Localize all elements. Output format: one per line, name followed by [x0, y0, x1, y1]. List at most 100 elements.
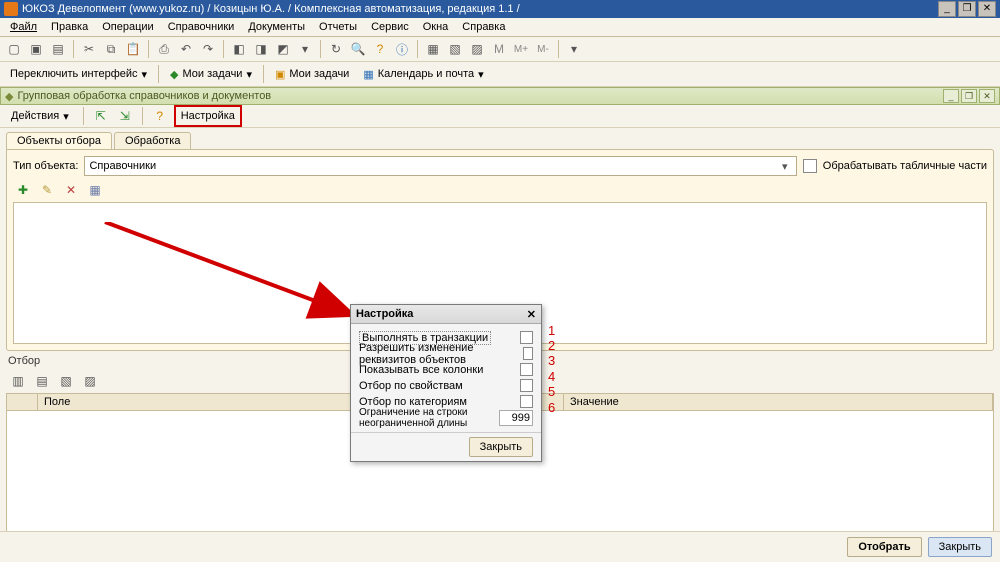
menu-file[interactable]: Файл [4, 20, 43, 34]
copy-icon[interactable]: ⧉ [101, 39, 121, 59]
filter-tool-icon[interactable]: ▧ [56, 371, 76, 391]
window-title: ЮКОЗ Девелопмент (www.yukoz.ru) / Козицы… [22, 0, 520, 18]
action-icon[interactable]: ⇱ [91, 106, 111, 126]
calendar-icon[interactable]: ▧ [445, 39, 465, 59]
process-table-parts-label: Обрабатывать табличные части [823, 160, 987, 172]
add-icon[interactable]: ✚ [13, 180, 33, 200]
help-icon[interactable]: ? [370, 39, 390, 59]
dialog-title: Настройка [356, 308, 413, 320]
opt-by-cats-checkbox[interactable] [520, 395, 533, 408]
filter-tool-icon[interactable]: ▨ [80, 371, 100, 391]
delete-icon[interactable]: ✕ [61, 180, 81, 200]
maximize-button[interactable]: ❐ [958, 1, 976, 17]
menu-catalogs[interactable]: Справочники [162, 20, 241, 34]
process-table-parts-checkbox[interactable] [803, 159, 817, 173]
switch-interface-button[interactable]: Переключить интерфейс▾ [4, 65, 153, 83]
close-button[interactable]: Закрыть [928, 537, 992, 557]
actions-dropdown[interactable]: Действия▾ [4, 106, 76, 126]
menu-reports[interactable]: Отчеты [313, 20, 363, 34]
my-tasks-dropdown[interactable]: ◆Мои задачи▾ [164, 65, 258, 83]
type-label: Тип объекта: [13, 160, 78, 172]
app-icon [4, 2, 18, 16]
menu-help[interactable]: Справка [456, 20, 511, 34]
chevron-down-icon: ▾ [778, 160, 792, 173]
tool-icon[interactable]: ◨ [251, 39, 271, 59]
tab-processing[interactable]: Обработка [114, 132, 191, 149]
mdi-restore-button[interactable]: ❐ [961, 89, 977, 103]
annotation-5: 5 [548, 384, 555, 399]
object-type-value: Справочники [89, 160, 156, 172]
info-icon[interactable]: ⓘ [392, 39, 412, 59]
m-minus-icon[interactable]: M- [533, 39, 553, 59]
toolbar-secondary: Переключить интерфейс▾ ◆Мои задачи▾ ▣Мои… [0, 62, 1000, 87]
opt-limit-label: Ограничение на строки неограниченной дли… [359, 407, 499, 429]
redo-icon[interactable]: ↷ [198, 39, 218, 59]
main-menubar: Файл Правка Операции Справочники Докумен… [0, 18, 1000, 37]
tab-objects[interactable]: Объекты отбора [6, 132, 112, 149]
settings-dialog: Настройка ✕ Выполнять в транзакции Разре… [350, 304, 542, 462]
toolbar-main: ▢ ▣ ▤ ✂ ⧉ 📋 ⎙ ↶ ↷ ◧ ◨ ◩ ▾ ↻ 🔍 ? ⓘ ▦ ▧ ▨ … [0, 37, 1000, 62]
annotation-2: 2 [548, 338, 555, 353]
mdi-icon: ◆ [5, 90, 13, 103]
open-icon[interactable]: ▣ [26, 39, 46, 59]
refresh-icon[interactable]: ↻ [326, 39, 346, 59]
dialog-close-icon[interactable]: ✕ [527, 308, 536, 321]
tool-icon[interactable]: ▦ [85, 180, 105, 200]
paste-icon[interactable]: 📋 [123, 39, 143, 59]
opt-show-cols-label: Показывать все колонки [359, 364, 483, 376]
menu-service[interactable]: Сервис [365, 20, 415, 34]
mdi-titlebar: ◆ Групповая обработка справочников и док… [0, 87, 1000, 105]
tool-icon[interactable]: ▨ [467, 39, 487, 59]
save-icon[interactable]: ▤ [48, 39, 68, 59]
search-icon[interactable]: 🔍 [348, 39, 368, 59]
actions-bar: Действия▾ ⇱ ⇲ ? Настройка [0, 105, 1000, 128]
menu-edit[interactable]: Правка [45, 20, 94, 34]
m-icon[interactable]: M [489, 39, 509, 59]
menu-operations[interactable]: Операции [96, 20, 159, 34]
print-icon[interactable]: ⎙ [154, 39, 174, 59]
tool-icon[interactable]: ◩ [273, 39, 293, 59]
cut-icon[interactable]: ✂ [79, 39, 99, 59]
window-titlebar: ЮКОЗ Девелопмент (www.yukoz.ru) / Козицы… [0, 0, 1000, 18]
main-area: Объекты отбора Обработка Тип объекта: Сп… [0, 128, 1000, 538]
tool-icon[interactable]: ▾ [295, 39, 315, 59]
filter-tool-icon[interactable]: ▤ [32, 371, 52, 391]
dialog-close-button[interactable]: Закрыть [469, 437, 533, 457]
tool-icon[interactable]: ▾ [564, 39, 584, 59]
select-button[interactable]: Отобрать [847, 537, 921, 557]
new-icon[interactable]: ▢ [4, 39, 24, 59]
calendar-mail-button[interactable]: ▦Календарь и почта▾ [357, 65, 489, 83]
menu-documents[interactable]: Документы [242, 20, 311, 34]
opt-allow-edit-checkbox[interactable] [523, 347, 533, 360]
menu-windows[interactable]: Окна [417, 20, 455, 34]
opt-by-props-checkbox[interactable] [520, 379, 533, 392]
filter-tool-icon[interactable]: ▥ [8, 371, 28, 391]
edit-icon[interactable]: ✎ [37, 180, 57, 200]
undo-icon[interactable]: ↶ [176, 39, 196, 59]
annotation-3: 3 [548, 353, 555, 368]
minimize-button[interactable]: _ [938, 1, 956, 17]
m-plus-icon[interactable]: M+ [511, 39, 531, 59]
grid-col-check[interactable] [7, 394, 38, 410]
action-icon[interactable]: ⇲ [115, 106, 135, 126]
tabs: Объекты отбора Обработка [0, 128, 1000, 149]
my-tasks-button[interactable]: ▣Мои задачи [269, 65, 355, 83]
mdi-title: Групповая обработка справочников и докум… [17, 90, 271, 102]
tool-icon[interactable]: ◧ [229, 39, 249, 59]
calc-icon[interactable]: ▦ [423, 39, 443, 59]
opt-limit-input[interactable] [499, 410, 533, 426]
annotation-4: 4 [548, 369, 555, 384]
mdi-close-button[interactable]: ✕ [979, 89, 995, 103]
settings-button[interactable]: Настройка [174, 105, 242, 127]
dialog-titlebar[interactable]: Настройка ✕ [351, 305, 541, 324]
opt-by-props-label: Отбор по свойствам [359, 380, 463, 392]
opt-show-cols-checkbox[interactable] [520, 363, 533, 376]
bottom-bar: Отобрать Закрыть [0, 531, 1000, 562]
object-type-combo[interactable]: Справочники ▾ [84, 156, 796, 176]
close-window-button[interactable]: ✕ [978, 1, 996, 17]
grid-col-field[interactable]: Поле [38, 394, 351, 410]
mdi-minimize-button[interactable]: _ [943, 89, 959, 103]
annotation-1: 1 [548, 323, 555, 338]
grid-col-value[interactable]: Значение [564, 394, 993, 410]
help-icon[interactable]: ? [150, 106, 170, 126]
